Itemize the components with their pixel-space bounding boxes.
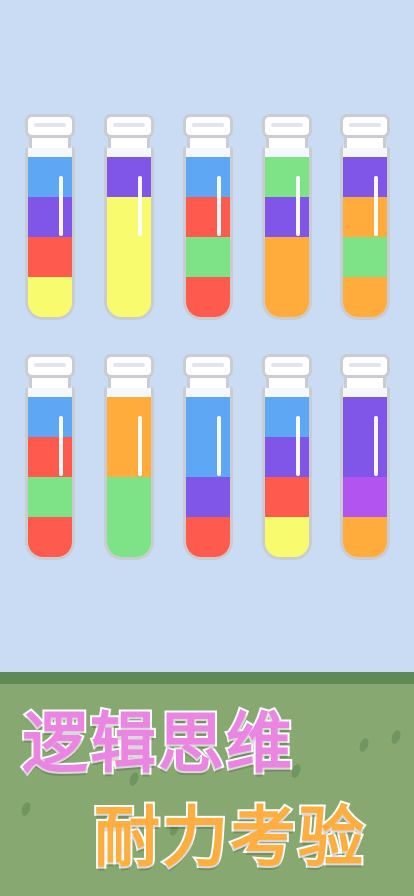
liquid-layer-red: [186, 517, 230, 557]
tube-liquid: [107, 157, 151, 317]
liquid-layer-red: [28, 437, 72, 477]
liquid-layer-orange: [343, 517, 387, 557]
liquid-layer-orange: [107, 437, 151, 477]
liquid-layer-blue: [28, 397, 72, 437]
tube-glass: [340, 146, 390, 320]
tube-cap: [262, 354, 312, 378]
liquid-layer-red: [265, 477, 309, 517]
liquid-layer-green: [107, 517, 151, 557]
tube-liquid: [107, 397, 151, 557]
tube-cap: [262, 114, 312, 138]
tube-cap: [183, 354, 233, 378]
tube-cap: [340, 354, 390, 378]
tube-glass: [104, 146, 154, 320]
liquid-layer-purple: [28, 197, 72, 237]
tube-cap: [340, 114, 390, 138]
tube-glass: [340, 386, 390, 560]
glass-shine: [374, 176, 378, 236]
tube-glass: [183, 146, 233, 320]
liquid-layer-yellow: [107, 277, 151, 317]
glass-shine: [217, 416, 221, 476]
tube-4[interactable]: [262, 114, 312, 320]
liquid-layer-orange: [343, 277, 387, 317]
liquid-layer-red: [186, 197, 230, 237]
liquid-layer-purple: [343, 437, 387, 477]
glass-shine: [217, 176, 221, 236]
tube-cap: [183, 114, 233, 138]
glass-shine: [374, 416, 378, 476]
tube-3[interactable]: [183, 114, 233, 320]
liquid-layer-green: [186, 237, 230, 277]
tube-liquid: [28, 157, 72, 317]
glass-shine: [296, 416, 300, 476]
tube-glass: [262, 146, 312, 320]
liquid-layer-red: [28, 237, 72, 277]
liquid-layer-orange: [107, 397, 151, 437]
tube-liquid: [265, 397, 309, 557]
tube-1[interactable]: [25, 114, 75, 320]
tube-glass: [262, 386, 312, 560]
tube-liquid: [186, 397, 230, 557]
tube-liquid: [343, 397, 387, 557]
tube-liquid: [28, 397, 72, 557]
liquid-layer-purple: [186, 477, 230, 517]
slogan-line-1: 逻辑思维: [20, 703, 294, 784]
liquid-layer-yellow: [265, 517, 309, 557]
tube-5[interactable]: [340, 114, 390, 320]
liquid-layer-violet: [343, 477, 387, 517]
liquid-layer-purple: [107, 157, 151, 197]
glass-shine: [296, 176, 300, 236]
tube-glass: [25, 146, 75, 320]
tube-7[interactable]: [104, 354, 154, 560]
tube-glass: [104, 386, 154, 560]
grass-dot: [389, 729, 403, 745]
grass-edge: [0, 672, 414, 684]
glass-shine: [138, 416, 142, 476]
glass-shine: [59, 176, 63, 236]
liquid-layer-green: [107, 477, 151, 517]
liquid-layer-purple: [265, 437, 309, 477]
game-board: [0, 0, 414, 672]
liquid-layer-blue: [186, 397, 230, 437]
grass-dot: [19, 801, 33, 817]
liquid-layer-orange: [265, 277, 309, 317]
tube-liquid: [265, 157, 309, 317]
liquid-layer-red: [28, 517, 72, 557]
grass-dot: [357, 737, 371, 753]
liquid-layer-red: [186, 277, 230, 317]
slogan-line-2: 耐力考验: [92, 797, 366, 878]
tube-liquid: [186, 157, 230, 317]
liquid-layer-green: [28, 477, 72, 517]
tube-10[interactable]: [340, 354, 390, 560]
tube-cap: [25, 114, 75, 138]
liquid-layer-green: [343, 237, 387, 277]
tube-glass: [183, 386, 233, 560]
glass-shine: [59, 416, 63, 476]
liquid-layer-green: [265, 157, 309, 197]
tube-cap: [104, 354, 154, 378]
tube-glass: [25, 386, 75, 560]
liquid-layer-purple: [343, 157, 387, 197]
liquid-layer-purple: [265, 197, 309, 237]
liquid-layer-yellow: [28, 277, 72, 317]
liquid-layer-orange: [343, 197, 387, 237]
liquid-layer-blue: [186, 437, 230, 477]
liquid-layer-orange: [265, 237, 309, 277]
tube-cap: [104, 114, 154, 138]
liquid-layer-yellow: [107, 237, 151, 277]
liquid-layer-yellow: [107, 197, 151, 237]
tube-8[interactable]: [183, 354, 233, 560]
tube-cap: [25, 354, 75, 378]
tube-2[interactable]: [104, 114, 154, 320]
tube-liquid: [343, 157, 387, 317]
tube-9[interactable]: [262, 354, 312, 560]
liquid-layer-blue: [186, 157, 230, 197]
tube-6[interactable]: [25, 354, 75, 560]
liquid-layer-purple: [343, 397, 387, 437]
liquid-layer-blue: [28, 157, 72, 197]
liquid-layer-blue: [265, 397, 309, 437]
glass-shine: [138, 176, 142, 236]
